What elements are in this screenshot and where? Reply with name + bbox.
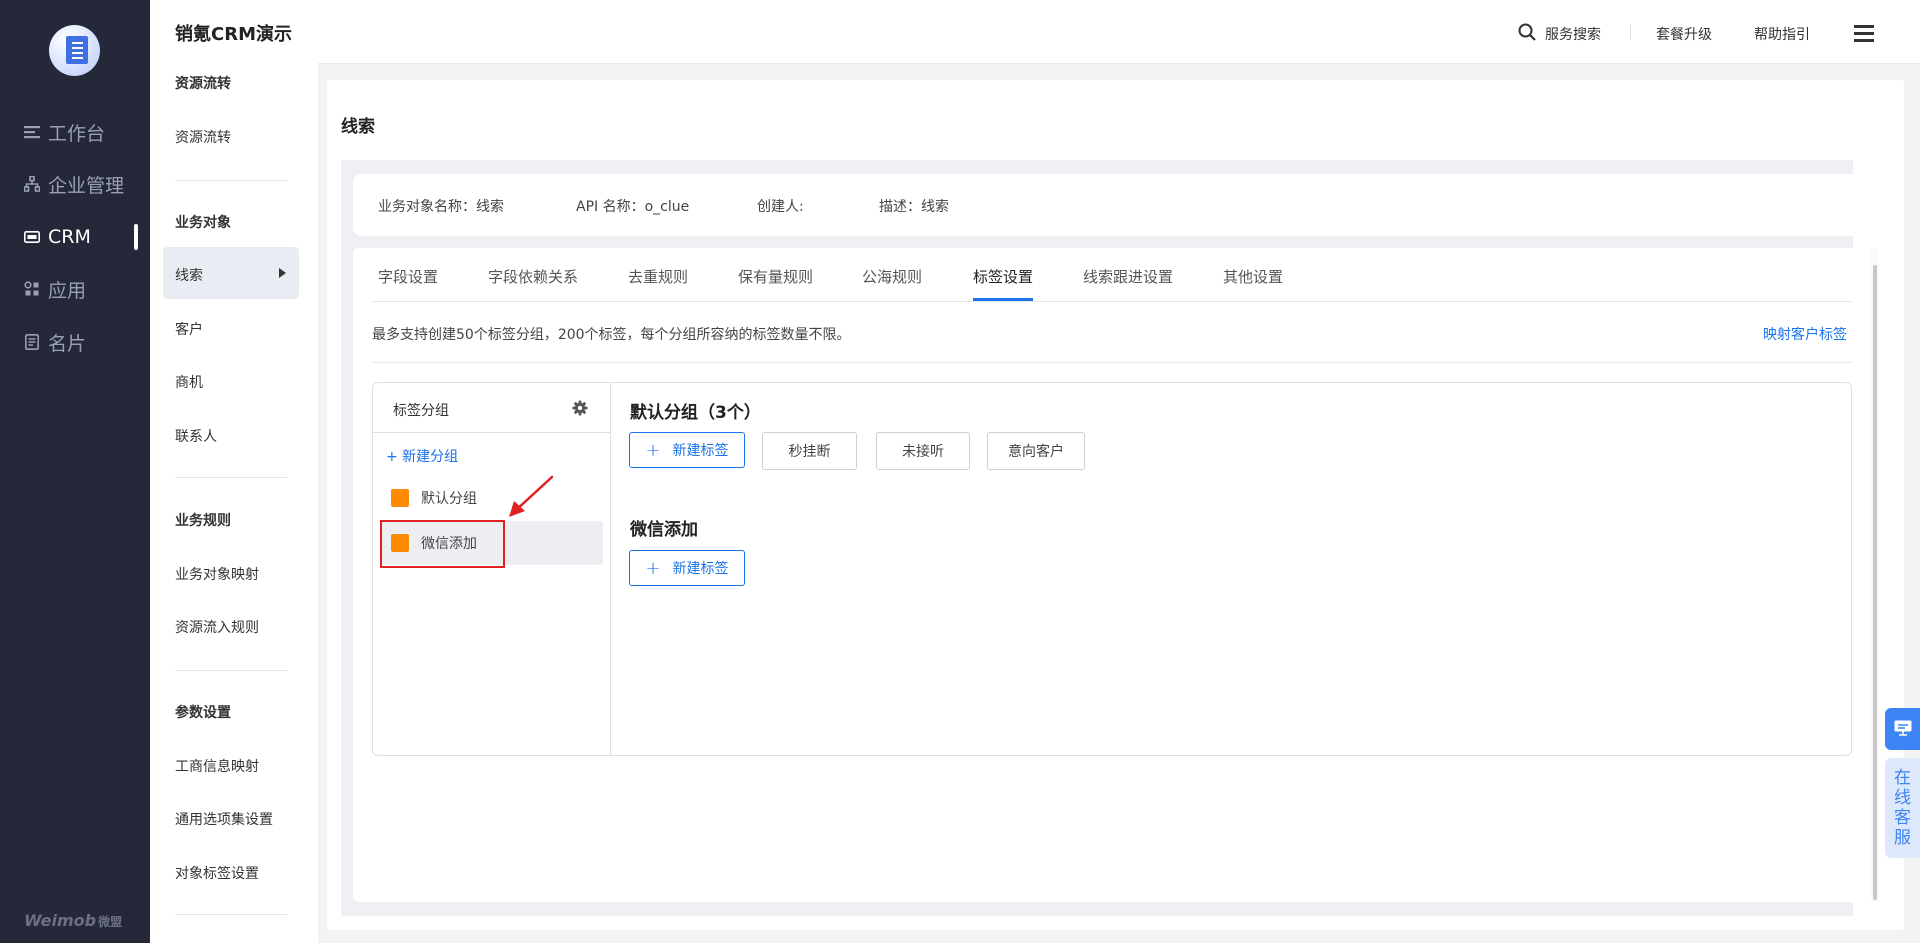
org-chart-icon: [24, 176, 40, 192]
main-nav: 工作台 企业管理 CRM 应用 名片 Weimob 微盟: [0, 0, 150, 943]
menu-icon[interactable]: [1854, 25, 1874, 42]
search-icon[interactable]: [1518, 23, 1536, 41]
divider: [372, 362, 1852, 363]
nav-item-card[interactable]: 名片: [24, 328, 134, 356]
weimob-logo: Weimob 微盟: [24, 911, 123, 930]
section-title-default: 默认分组（3个）: [630, 403, 761, 423]
tab-tag-settings[interactable]: 标签设置: [973, 266, 1033, 287]
sidebar-heading: 业务规则: [175, 513, 231, 529]
nav-item-workbench[interactable]: 工作台: [24, 118, 134, 146]
groups-panel-title: 标签分组: [393, 403, 449, 419]
sidebar-item-clue[interactable]: 线索: [175, 265, 203, 285]
plus-icon: +: [645, 557, 661, 579]
apps-icon: [24, 281, 40, 297]
chat-icon: [1894, 720, 1912, 736]
new-tag-button[interactable]: + 新建标签: [629, 550, 745, 586]
sidebar-item-options-settings[interactable]: 通用选项集设置: [175, 809, 273, 829]
tab-followup-settings[interactable]: 线索跟进设置: [1083, 266, 1173, 287]
section-title-wechat: 微信添加: [630, 520, 698, 540]
new-tag-button[interactable]: + 新建标签: [629, 432, 745, 468]
caret-right-icon: [279, 268, 286, 278]
new-group-button[interactable]: + 新建分组: [386, 446, 458, 466]
tab-other-settings[interactable]: 其他设置: [1223, 266, 1283, 287]
sidebar-item-opportunity[interactable]: 商机: [175, 372, 203, 392]
nav-label: 应用: [48, 279, 87, 302]
help-link[interactable]: 帮助指引: [1754, 24, 1810, 44]
nav-label: 企业管理: [48, 174, 125, 197]
creator: 创建人:: [757, 199, 804, 215]
nav-item-apps[interactable]: 应用: [24, 275, 134, 303]
sidebar-heading: 资源流转: [175, 76, 231, 92]
crm-icon: [24, 229, 40, 245]
scrollbar-thumb[interactable]: [1873, 265, 1877, 900]
divider: [1630, 24, 1631, 40]
app-title: 销氪CRM演示: [175, 24, 292, 45]
sidebar-item-resource-flow[interactable]: 资源流转: [175, 127, 231, 147]
tab-pool-rules[interactable]: 公海规则: [862, 266, 922, 287]
workbench-icon: [24, 124, 40, 140]
divider: [175, 670, 287, 671]
active-tab-underline: [973, 298, 1033, 301]
page-title: 线索: [341, 117, 375, 137]
sidebar-heading: 参数设置: [175, 705, 231, 721]
upgrade-link[interactable]: 套餐升级: [1656, 24, 1712, 44]
sidebar-item-inflow-rules[interactable]: 资源流入规则: [175, 617, 259, 637]
sidebar-item-business-mapping[interactable]: 工商信息映射: [175, 756, 259, 776]
group-color-swatch: [391, 489, 409, 507]
nav-label: 工作台: [48, 122, 106, 145]
tag-chip[interactable]: 意向客户: [987, 432, 1085, 470]
tabs-divider: [372, 301, 1852, 302]
gear-icon[interactable]: [572, 400, 588, 416]
highlight-box: [380, 520, 505, 568]
sidebar-heading: 业务对象: [175, 215, 231, 231]
description: 描述：线索: [879, 199, 949, 215]
nav-item-org[interactable]: 企业管理: [24, 170, 134, 198]
annotation-arrow-icon: [509, 475, 554, 517]
card-icon: [24, 334, 40, 350]
app-logo: [49, 25, 100, 76]
nav-active-indicator: [134, 224, 138, 250]
tab-fields[interactable]: 字段设置: [378, 266, 438, 287]
tab-dedup-rules[interactable]: 去重规则: [628, 266, 688, 287]
group-item-default[interactable]: 默认分组: [391, 488, 477, 508]
nav-label: 名片: [48, 332, 87, 355]
divider: [175, 914, 287, 915]
tab-retention-rules[interactable]: 保有量规则: [738, 266, 813, 287]
object-name: 业务对象名称：线索: [378, 199, 504, 215]
api-name: API 名称：o_clue: [576, 199, 690, 215]
service-search-link[interactable]: 服务搜索: [1545, 24, 1601, 44]
divider: [175, 477, 287, 478]
divider: [175, 180, 287, 181]
tag-groups-box: [372, 382, 1852, 756]
nav-label: CRM: [48, 226, 91, 248]
tag-chip[interactable]: 秒挂断: [762, 432, 857, 470]
tag-chip[interactable]: 未接听: [876, 432, 970, 470]
limit-hint: 最多支持创建50个标签分组，200个标签，每个分组所容纳的标签数量不限。: [372, 327, 851, 343]
map-customer-tags-link[interactable]: 映射客户标签: [1763, 324, 1847, 344]
divider: [610, 383, 611, 755]
sidebar-item-contact[interactable]: 联系人: [175, 426, 217, 446]
chat-widget-button[interactable]: [1885, 708, 1920, 750]
plus-icon: +: [645, 439, 661, 461]
sidebar-item-customer[interactable]: 客户: [175, 319, 203, 339]
group-label: 默认分组: [421, 491, 477, 507]
sidebar-item-object-mapping[interactable]: 业务对象映射: [175, 564, 259, 584]
tab-field-dependency[interactable]: 字段依赖关系: [488, 266, 578, 287]
sidebar-item-tag-settings[interactable]: 对象标签设置: [175, 863, 259, 883]
online-service-button[interactable]: 在线客服: [1885, 758, 1920, 858]
nav-item-crm[interactable]: CRM: [24, 223, 134, 251]
